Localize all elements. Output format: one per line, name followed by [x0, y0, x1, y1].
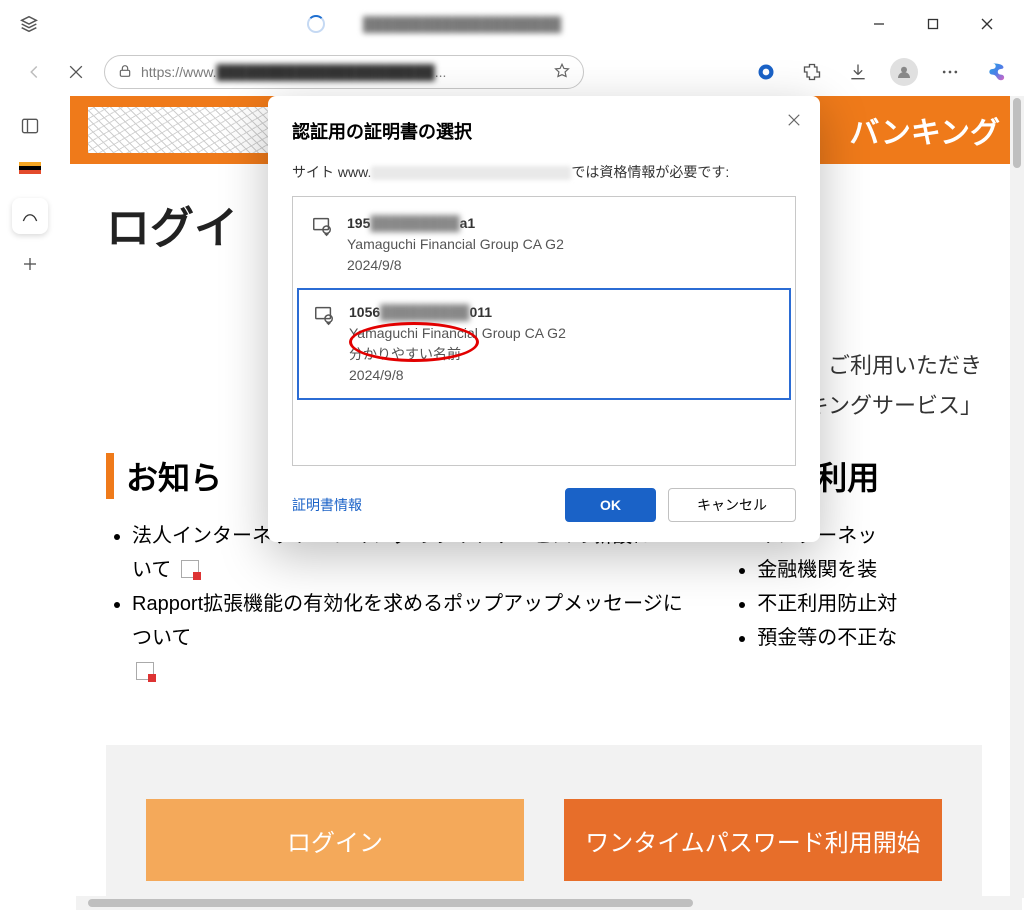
window-title: ████████████████████: [329, 16, 596, 32]
banner-text: バンキング: [849, 108, 1000, 152]
downloads-icon[interactable]: [844, 58, 872, 86]
window-titlebar: ████████████████████: [0, 0, 1024, 48]
address-bar[interactable]: https://www.██████████████████████...: [104, 55, 584, 89]
more-button[interactable]: [936, 58, 964, 86]
dialog-subtitle: サイト www.では資格情報が必要です:: [292, 162, 796, 182]
list-item[interactable]: 不正利用防止対: [757, 587, 982, 621]
password-manager-icon[interactable]: [752, 58, 780, 86]
list-item[interactable]: 金融機関を装: [757, 553, 982, 587]
dialog-close-button[interactable]: [782, 108, 806, 132]
ok-button[interactable]: OK: [565, 488, 656, 522]
login-button[interactable]: ログイン: [146, 799, 524, 881]
certificate-friendly-name: 分かりやすい名前: [349, 344, 566, 365]
certificate-dialog: 認証用の証明書の選択 サイト www.では資格情報が必要です: 195█████…: [268, 96, 820, 542]
close-button[interactable]: [970, 7, 1004, 41]
url-text: https://www.██████████████████████...: [141, 64, 446, 80]
maximize-button[interactable]: [916, 7, 950, 41]
sidebar-collections-icon[interactable]: [18, 114, 42, 138]
pdf-icon: [181, 560, 199, 578]
minimize-button[interactable]: [862, 7, 896, 41]
extensions-icon[interactable]: [798, 58, 826, 86]
horizontal-scrollbar[interactable]: [76, 896, 1022, 910]
favorite-icon[interactable]: [553, 62, 571, 83]
new-tab-button[interactable]: [18, 252, 42, 276]
vertical-scrollbar[interactable]: [1010, 96, 1024, 898]
dialog-title: 認証用の証明書の選択: [292, 118, 796, 144]
list-item[interactable]: 預金等の不正な: [757, 621, 982, 655]
sidebar-item-1[interactable]: [18, 156, 42, 180]
certificate-icon: [311, 215, 333, 237]
workspace-icon: [18, 13, 40, 35]
sidebar-active-tab[interactable]: [12, 198, 48, 234]
certificate-info-link[interactable]: 証明書情報: [292, 495, 362, 515]
certificate-item[interactable]: 195█████████a1 Yamaguchi Financial Group…: [297, 201, 791, 288]
lock-icon: [117, 63, 133, 82]
site-logo: [88, 107, 268, 153]
profile-avatar[interactable]: [890, 58, 918, 86]
copilot-icon[interactable]: [982, 57, 1012, 87]
vertical-tab-strip: [0, 96, 60, 896]
certificate-icon: [313, 304, 335, 326]
otp-start-button[interactable]: ワンタイムパスワード利用開始: [564, 799, 942, 881]
pdf-icon: [136, 662, 154, 680]
certificate-item-selected[interactable]: 1056█████████011 Yamaguchi Financial Gro…: [297, 288, 791, 400]
stop-button[interactable]: [62, 58, 90, 86]
back-button[interactable]: [20, 58, 48, 86]
loading-spinner-icon: [307, 15, 325, 33]
news-item[interactable]: Rapport拡張機能の有効化を求めるポップアップメッセージについて: [132, 587, 691, 689]
certificate-list: 195█████████a1 Yamaguchi Financial Group…: [292, 196, 796, 466]
browser-toolbar: https://www.██████████████████████...: [0, 48, 1024, 96]
cancel-button[interactable]: キャンセル: [668, 488, 796, 522]
